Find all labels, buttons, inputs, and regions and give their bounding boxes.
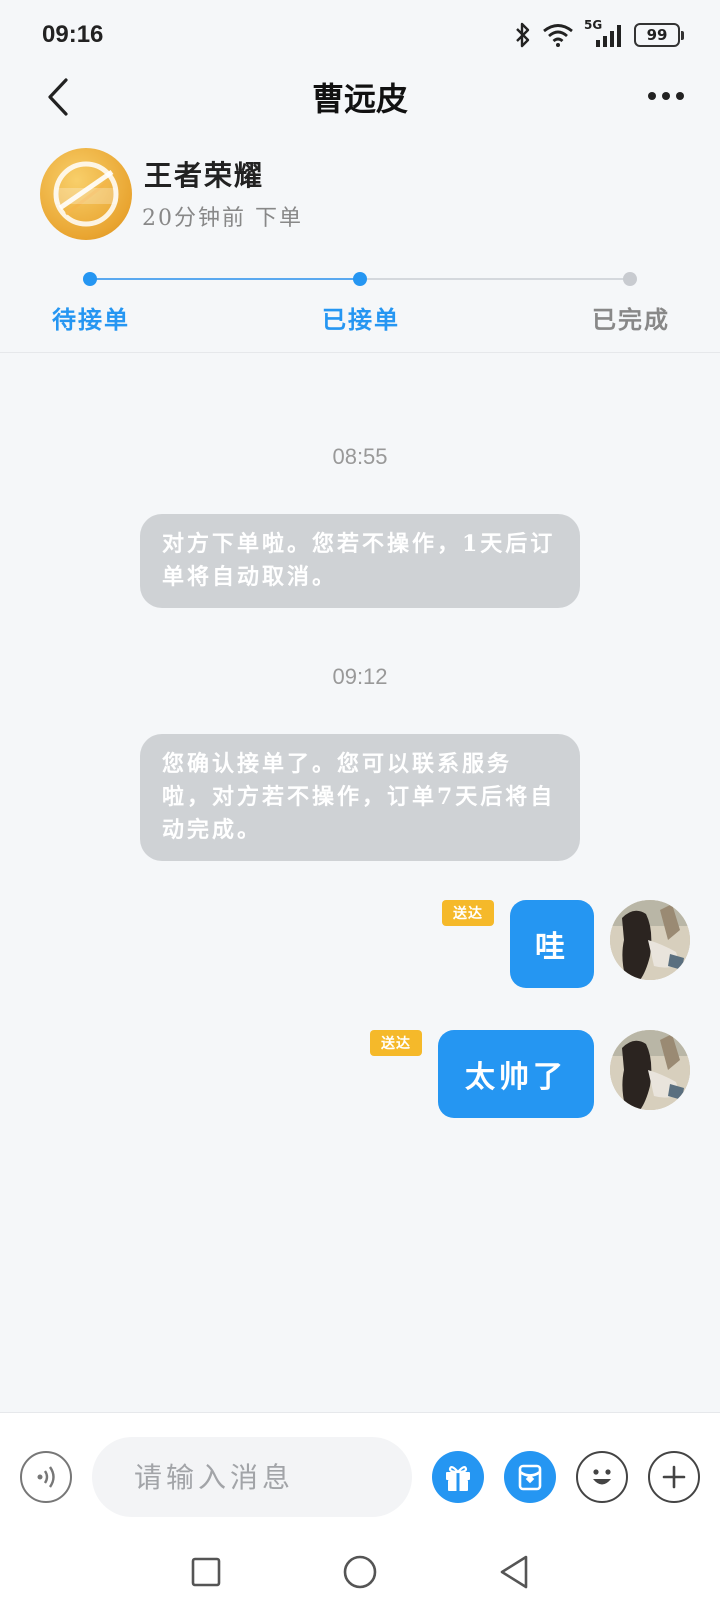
status-time: 09:16 — [42, 21, 104, 48]
system-message: 您确认接单了。您可以联系服务啦，对方若不操作，订单7天后将自动完成。 — [140, 734, 580, 861]
header-divider — [0, 352, 720, 353]
avatar[interactable] — [610, 1030, 690, 1110]
gift-icon — [446, 1465, 470, 1491]
outgoing-message[interactable]: 太帅了 — [438, 1030, 594, 1118]
step-label-completed: 已完成 — [592, 305, 670, 334]
order-card[interactable]: 王者荣耀 20分钟前 下单 — [0, 140, 720, 240]
battery-indicator: 99 — [634, 23, 684, 47]
recent-apps-button[interactable] — [186, 1552, 226, 1592]
status-bar: 09:16 5G 99 — [0, 0, 720, 70]
back-nav-button[interactable] — [494, 1552, 534, 1592]
emoji-button[interactable] — [576, 1451, 628, 1503]
square-icon — [191, 1557, 221, 1587]
chat-timestamp: 09:12 — [332, 664, 388, 689]
voice-icon — [37, 1466, 55, 1488]
step-dot-pending — [83, 272, 97, 286]
bluetooth-icon — [514, 22, 532, 48]
more-button[interactable] — [642, 76, 690, 116]
avatar[interactable] — [610, 900, 690, 980]
chevron-left-icon — [48, 78, 68, 116]
red-packet-button[interactable] — [504, 1451, 556, 1503]
progress-line-done — [90, 278, 360, 280]
plus-button[interactable] — [648, 1451, 700, 1503]
voice-button[interactable] — [20, 1451, 72, 1503]
circle-icon — [343, 1555, 377, 1589]
step-dot-accepted — [353, 272, 367, 286]
system-nav-bar — [0, 1534, 720, 1610]
page-title: 曹远皮 — [311, 80, 408, 118]
gift-button[interactable] — [432, 1451, 484, 1503]
step-label-pending: 待接单 — [52, 305, 130, 334]
game-name: 王者荣耀 — [144, 159, 265, 192]
status-icons: 5G 99 — [514, 18, 684, 48]
progress-line-pending — [360, 278, 630, 280]
order-progress: 待接单 已接单 已完成 — [0, 258, 720, 338]
message-input[interactable] — [92, 1437, 412, 1517]
delivered-tag: 送达 — [442, 900, 494, 926]
wifi-icon — [542, 23, 574, 47]
input-bar — [0, 1412, 720, 1534]
red-packet-icon — [518, 1464, 542, 1491]
back-button[interactable] — [38, 74, 78, 120]
signal-icon: 5G — [584, 18, 624, 48]
game-logo — [40, 148, 132, 240]
triangle-back-icon — [500, 1555, 528, 1589]
outgoing-message[interactable]: 哇 — [510, 900, 594, 988]
plus-icon — [662, 1465, 686, 1489]
step-dot-completed — [623, 272, 637, 286]
delivered-tag: 送达 — [370, 1030, 422, 1056]
more-dots-icon — [648, 92, 656, 100]
chat-timestamp: 08:55 — [332, 444, 388, 469]
nav-bar: 曹远皮 — [0, 68, 720, 126]
emoji-icon — [593, 1469, 611, 1485]
step-label-accepted: 已接单 — [322, 305, 400, 334]
system-message: 对方下单啦。您若不操作，1天后订单将自动取消。 — [140, 514, 580, 608]
home-button[interactable] — [340, 1552, 380, 1592]
order-time: 20分钟前 下单 — [142, 206, 303, 231]
